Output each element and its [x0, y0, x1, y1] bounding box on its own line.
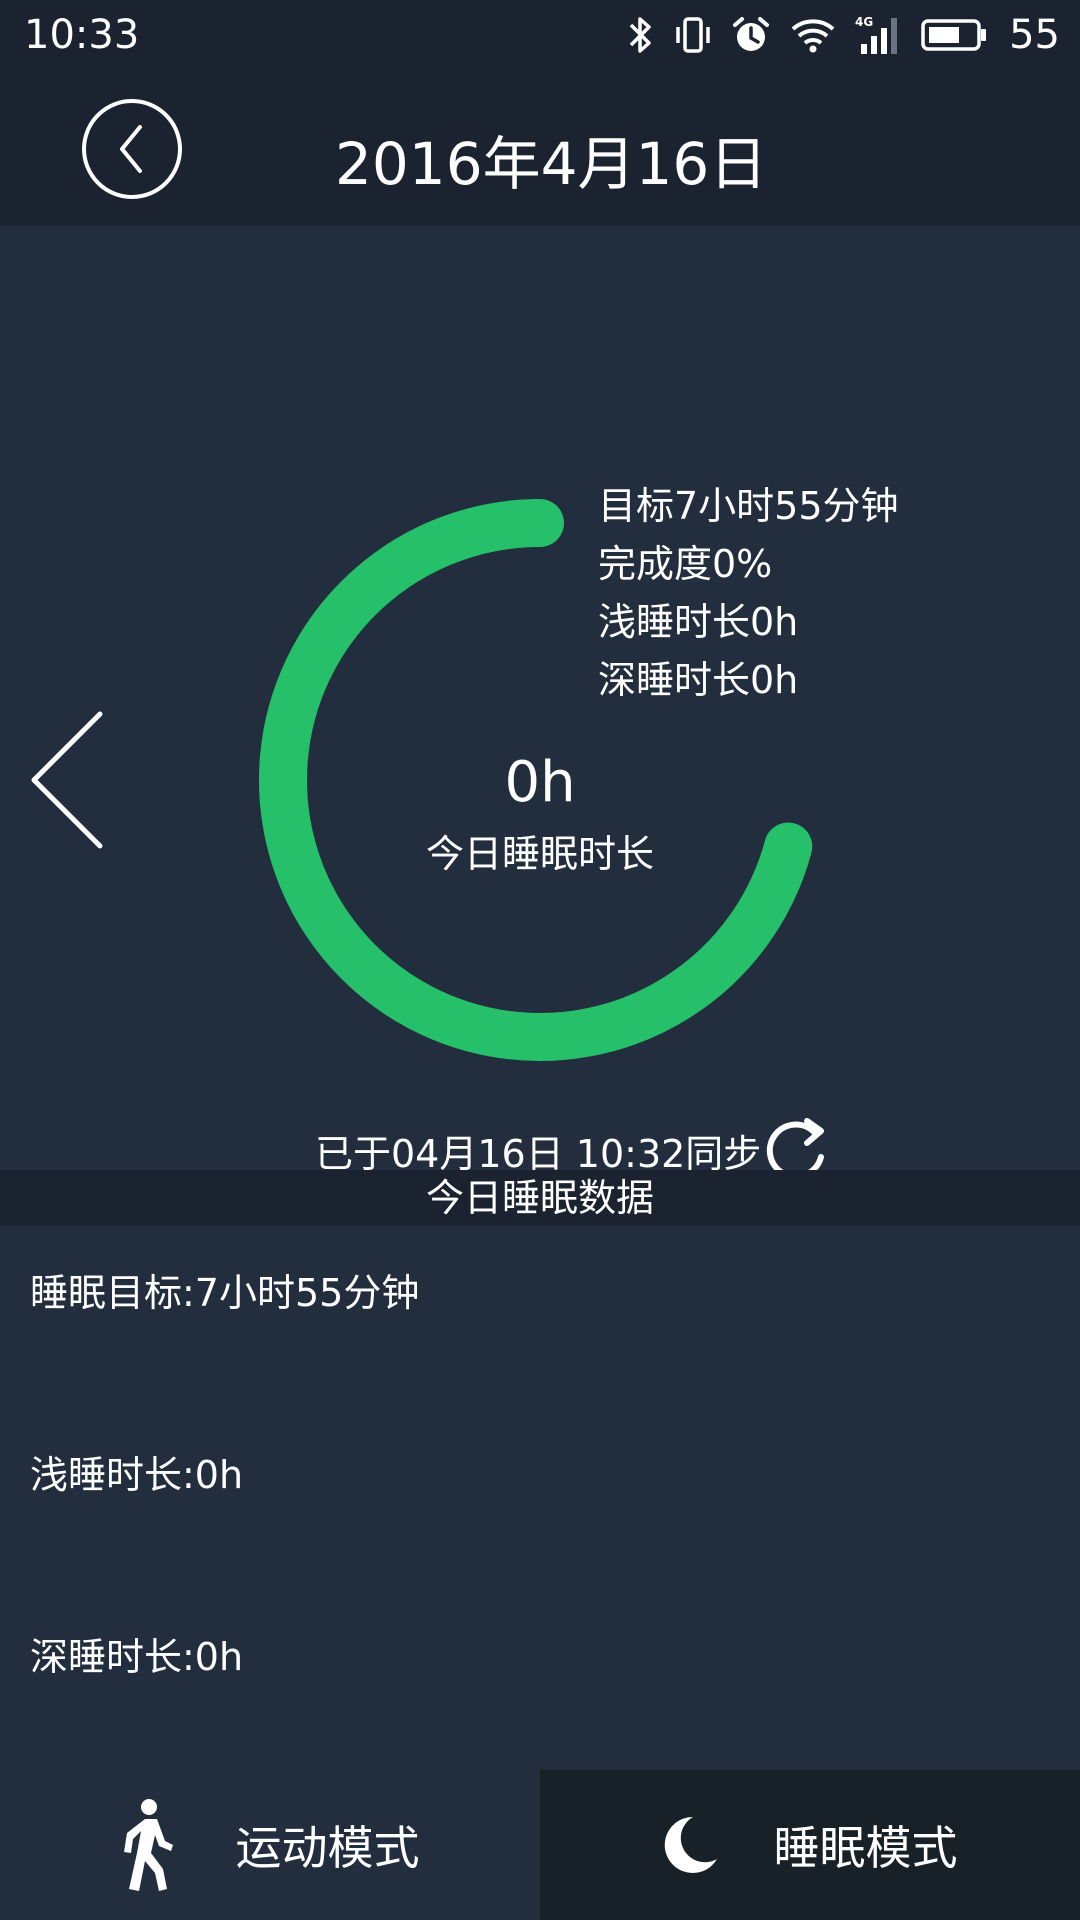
- tab-sport-mode[interactable]: 运动模式: [0, 1770, 540, 1920]
- vibrate-icon: [676, 17, 710, 53]
- bluetooth-icon: [629, 17, 651, 53]
- light-sleep-text: 浅睡时长0h: [598, 600, 799, 644]
- page-title: 2016年4月16日: [335, 130, 768, 198]
- sleep-duration-value: 0h: [504, 750, 576, 815]
- chevron-left-icon: [120, 125, 142, 173]
- battery-icon: [921, 19, 987, 51]
- tab-sleep-mode[interactable]: 睡眠模式: [540, 1770, 1080, 1920]
- completion-text: 完成度0%: [598, 542, 773, 586]
- previous-day-button[interactable]: [28, 710, 108, 854]
- app-header: 2016年4月16日: [0, 75, 1080, 225]
- back-button[interactable]: [82, 99, 182, 199]
- alarm-icon: [733, 17, 770, 51]
- tab-sport-label: 运动模式: [235, 1821, 420, 1875]
- wifi-icon: [791, 19, 835, 53]
- detail-goal: 睡眠目标:7小时55分钟: [30, 1271, 420, 1315]
- tab-sleep-label: 睡眠模式: [773, 1821, 958, 1875]
- deep-sleep-text: 深睡时长0h: [598, 658, 799, 702]
- goal-text: 目标7小时55分钟: [598, 484, 899, 528]
- detail-deep-sleep: 深睡时长:0h: [30, 1635, 244, 1679]
- sleep-duration-label: 今日睡眠时长: [425, 832, 654, 876]
- chevron-left-icon: [31, 711, 103, 849]
- svg-text:4G: 4G: [855, 15, 873, 29]
- section-header: 今日睡眠数据: [0, 1170, 1080, 1226]
- bottom-navigation: 运动模式 睡眠模式: [0, 1770, 1080, 1920]
- signal-4g-icon: 4G: [855, 15, 898, 54]
- status-bar: 10:33 4G 55: [0, 0, 1080, 75]
- walking-person-icon: [123, 1799, 173, 1891]
- battery-level: 55: [1009, 12, 1060, 58]
- status-icons: 4G 55: [625, 12, 1060, 58]
- detail-light-sleep: 浅睡时长:0h: [30, 1453, 244, 1497]
- status-time: 10:33: [24, 12, 140, 58]
- sleep-summary: 目标7小时55分钟 完成度0% 浅睡时长0h 深睡时长0h 0h 今日睡眠时长 …: [0, 225, 1080, 1180]
- moon-icon: [664, 1816, 717, 1873]
